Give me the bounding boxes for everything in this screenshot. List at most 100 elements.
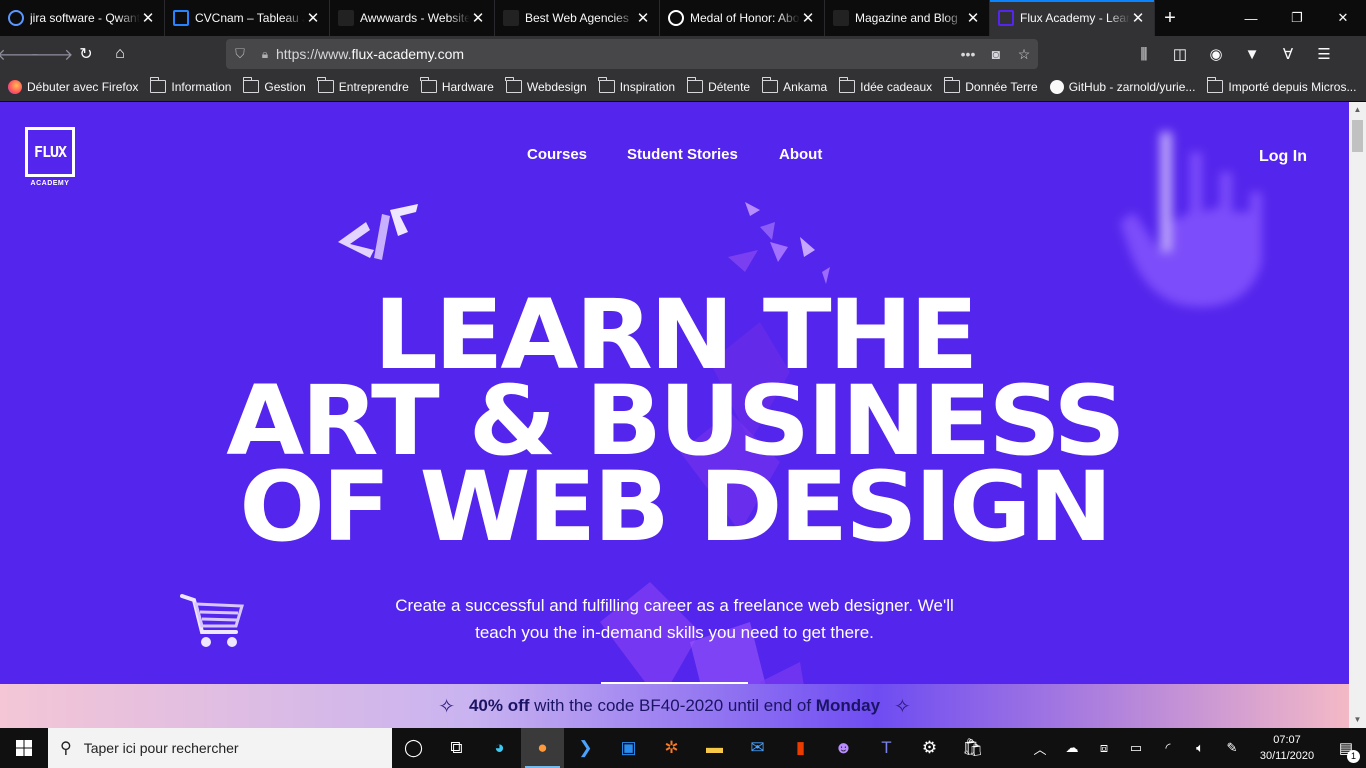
tab-close-icon[interactable]: ✕ — [1130, 9, 1146, 27]
forward-button[interactable]: 🡒 — [31, 38, 74, 70]
volume-icon[interactable]: 🔈︎ — [1184, 740, 1216, 756]
github-desktop-icon[interactable]: ☻ — [822, 728, 865, 768]
bookmark-item[interactable]: Idée cadeaux — [838, 77, 932, 94]
bookmark-item[interactable]: Gestion — [242, 77, 306, 94]
nav-student-stories[interactable]: Student Stories — [627, 146, 738, 163]
settings-gear-icon[interactable]: ⚙ — [908, 728, 951, 768]
teams-icon[interactable]: T — [865, 728, 908, 768]
bookmark-item[interactable]: Information — [149, 77, 232, 94]
tab-close-icon[interactable]: ✕ — [470, 9, 486, 27]
nav-about[interactable]: About — [779, 146, 822, 163]
scrollbar-thumb[interactable] — [1352, 120, 1363, 152]
firefox-icon — [8, 79, 22, 94]
menu-icon[interactable]: ☰ — [1306, 45, 1342, 63]
start-button[interactable] — [0, 728, 48, 768]
bookmark-item[interactable]: Ankama — [761, 77, 827, 94]
library-icon[interactable]: ⫼ — [1126, 46, 1162, 63]
tracking-protection-shield-icon[interactable]: ⛉ — [226, 46, 254, 62]
windows-taskbar: ⚲ Taper ici pour rechercher ◯ ⧉ ◕ ● ❯ ▣ … — [0, 728, 1366, 768]
hero-subtitle-line-1: Create a successful and fulfilling caree… — [395, 596, 954, 615]
folder-icon — [838, 77, 856, 93]
screen-icon[interactable]: ⧈ — [1088, 740, 1120, 756]
bookmark-label: Hardware — [441, 79, 494, 94]
firefox-taskbar-icon[interactable]: ● — [521, 728, 564, 768]
browser-tab[interactable]: CVCnam – Tableau Jira✕ — [165, 0, 330, 36]
bookmark-item[interactable]: Débuter avec Firefox — [8, 79, 138, 94]
powershell-icon[interactable]: ❯ — [564, 728, 607, 768]
url-text[interactable]: https://www.flux-academy.com — [276, 46, 954, 62]
notifications-icon[interactable]: ▤ 1 — [1326, 739, 1366, 763]
promo-banner[interactable]: ✧ 40% off with the code BF40-2020 until … — [0, 684, 1349, 728]
xampp-icon[interactable]: ✲ — [650, 728, 693, 768]
taskbar-search[interactable]: ⚲ Taper ici pour rechercher — [48, 728, 392, 768]
tab-close-icon[interactable]: ✕ — [305, 9, 321, 27]
bookmark-star-icon[interactable]: ☆ — [1010, 46, 1038, 63]
bookmark-item[interactable]: GitHub - zarnold/yurie... — [1049, 79, 1195, 94]
browser-tab[interactable]: Awwwards - Website Awards✕ — [330, 0, 495, 36]
restore-button[interactable]: ❐ — [1274, 0, 1320, 36]
oculus-icon — [668, 10, 684, 26]
extension-v-icon[interactable]: ▼ — [1234, 46, 1270, 63]
back-button[interactable]: 🡐 — [0, 38, 39, 70]
sidebar-icon[interactable]: ◫ — [1162, 45, 1198, 63]
nav-courses[interactable]: Courses — [527, 146, 587, 163]
tab-close-icon[interactable]: ✕ — [965, 9, 981, 27]
page-scrollbar[interactable]: ▲ ▼ — [1349, 102, 1366, 728]
bookmark-label: Information — [171, 79, 232, 94]
bookmark-item[interactable]: Entreprendre — [317, 77, 409, 94]
app-window-icon[interactable]: ▣ — [607, 728, 650, 768]
bookmark-item[interactable]: Importé depuis Micros... — [1206, 77, 1356, 94]
onedrive-icon[interactable]: ☁ — [1056, 740, 1088, 756]
task-view-icon[interactable]: ⧉ — [435, 728, 478, 768]
bookmark-item[interactable]: Webdesign — [505, 77, 587, 94]
extension-avatar-icon[interactable]: ◉ — [1198, 45, 1234, 63]
reload-button[interactable]: ↻ — [70, 38, 102, 70]
tab-close-icon[interactable]: ✕ — [140, 9, 156, 27]
qwant-icon — [8, 10, 24, 26]
bookmark-item[interactable]: Donnée Terre — [943, 77, 1038, 94]
bookmark-item[interactable]: Détente — [686, 77, 750, 94]
browser-tab[interactable]: Best Web Agencies ✕ — [495, 0, 660, 36]
taskbar-search-placeholder: Taper ici pour rechercher — [83, 740, 239, 756]
office-icon[interactable]: ▮ — [779, 728, 822, 768]
browser-tab[interactable]: Medal of Honor: Above and Beyond✕ — [660, 0, 825, 36]
file-explorer-icon[interactable]: ▬ — [693, 728, 736, 768]
pointer-hand-decoration — [1120, 132, 1262, 307]
lock-icon[interactable]: 🔒︎ — [254, 47, 276, 62]
tab-title: CVCnam – Tableau Jira — [195, 11, 305, 25]
store-icon[interactable]: 🛍︎ — [951, 728, 994, 768]
edge-icon[interactable]: ◕ — [478, 728, 521, 768]
cortana-icon[interactable]: ◯ — [392, 728, 435, 768]
pocket-icon[interactable]: ◙ — [982, 46, 1010, 62]
bookmark-item[interactable]: Hardware — [420, 77, 494, 94]
taskbar-clock[interactable]: 07:07 30/11/2020 — [1248, 732, 1326, 764]
jira-icon — [173, 10, 189, 26]
browser-tab[interactable]: Magazine and Blog ✕ — [825, 0, 990, 36]
bookmark-label: Webdesign — [526, 79, 587, 94]
url-host: flux-academy.com — [351, 46, 465, 62]
battery-icon[interactable]: ▭ — [1120, 740, 1152, 756]
pen-icon[interactable]: ✎ — [1216, 740, 1248, 756]
chevron-up-icon[interactable]: ︿ — [1024, 739, 1056, 758]
folder-icon — [505, 77, 522, 93]
web-page: FLUX ACADEMY Courses Student Stories Abo… — [0, 102, 1349, 728]
translate-icon[interactable]: Ɐ — [1270, 45, 1306, 63]
browser-tab[interactable]: Flux Academy - Learn Web Design✕ — [990, 0, 1155, 36]
folder-icon — [420, 77, 437, 93]
bookmark-label: Inspiration — [619, 79, 676, 94]
flux-icon — [998, 10, 1014, 26]
mail-icon[interactable]: ✉ — [736, 728, 779, 768]
tab-close-icon[interactable]: ✕ — [800, 9, 816, 27]
bookmark-item[interactable]: Inspiration — [598, 77, 676, 94]
browser-tab[interactable]: jira software - Qwant ✕ — [0, 0, 165, 36]
wifi-icon[interactable]: ◜ — [1152, 740, 1184, 756]
scroll-up-arrow-icon[interactable]: ▲ — [1349, 102, 1366, 118]
home-button[interactable]: ⌂ — [104, 38, 136, 70]
scroll-down-arrow-icon[interactable]: ▼ — [1349, 712, 1366, 728]
close-window-button[interactable]: ✕ — [1320, 0, 1366, 36]
new-tab-button[interactable]: + — [1155, 0, 1185, 36]
url-bar[interactable]: ⛉ 🔒︎ https://www.flux-academy.com ••• ◙ … — [226, 39, 1038, 69]
minimize-button[interactable]: — — [1228, 0, 1274, 36]
page-actions-icon[interactable]: ••• — [954, 46, 982, 62]
tab-close-icon[interactable]: ✕ — [635, 9, 651, 27]
